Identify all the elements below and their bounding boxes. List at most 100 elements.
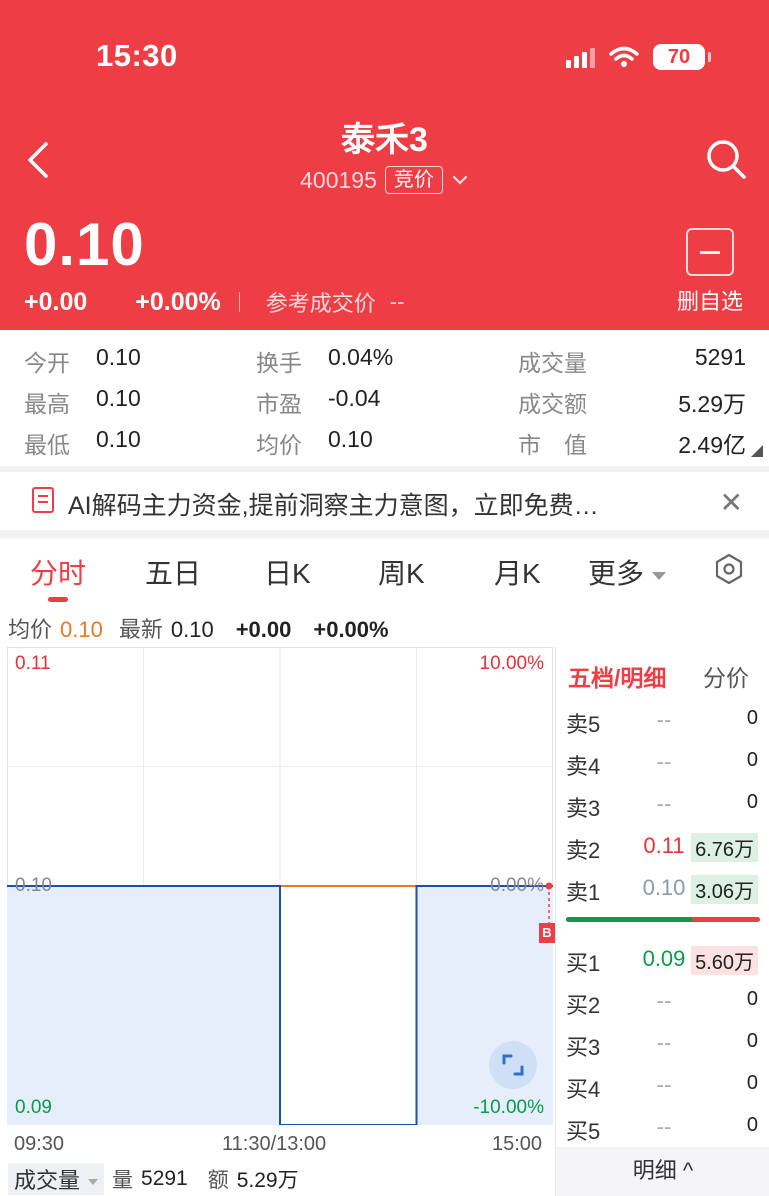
chart-canvas <box>7 647 553 1125</box>
ref-price-value: -- <box>389 289 405 314</box>
sell-level-1: 卖1 0.10 3.06万 <box>556 869 769 909</box>
x-label-start: 09:30 <box>14 1133 65 1155</box>
level-qty: 0 <box>746 707 758 729</box>
remove-watchlist-label: 删自选 <box>676 289 743 314</box>
divider <box>0 530 769 538</box>
buy-sell-ratio-bar <box>566 917 760 922</box>
stat-label: 成交量 <box>518 350 587 376</box>
stock-code-row[interactable]: 400195 竞价 <box>0 166 769 194</box>
stat-value: 0.10 <box>328 426 373 452</box>
stat-turnover: 换手 0.04% <box>256 344 393 378</box>
promo-banner[interactable]: AI解码主力资金,提前洞察主力意图，立即免费… ✕ <box>0 472 769 530</box>
stat-high: 最高 0.10 <box>24 385 141 419</box>
stock-name: 泰禾3 <box>341 121 428 159</box>
tab-more[interactable]: 更多 <box>588 552 667 592</box>
stat-value: 0.04% <box>328 344 394 370</box>
amt-label: 额 <box>207 1169 229 1192</box>
y-label-mid-right: 0.00% <box>490 875 544 896</box>
stat-volume: 成交量 5291 <box>518 344 746 378</box>
level-name: 买4 <box>566 1077 601 1102</box>
minus-icon <box>685 228 734 276</box>
tab-price-breakdown[interactable]: 分价 <box>703 659 749 693</box>
stat-label: 均价 <box>256 432 302 458</box>
intraday-chart[interactable]: 0.11 0.10 0.09 10.00% 0.00% -10.00% B <box>7 647 555 1125</box>
level-qty: 6.76万 <box>691 833 758 862</box>
y-label-top-right: 10.00% <box>479 653 544 674</box>
chart-info-row: 均价 0.10 最新 0.10 +0.00 +0.00% <box>8 612 403 644</box>
info-change-pct: +0.00% <box>313 617 389 642</box>
avg-label: 均价 <box>8 617 53 642</box>
signal-icon <box>566 46 595 68</box>
level-name: 卖5 <box>566 712 601 737</box>
buy-level-3: 买3 -- 0 <box>556 1024 769 1064</box>
level-qty: 0 <box>746 988 758 1010</box>
stat-value: 0.10 <box>96 385 141 411</box>
buy-level-2: 买2 -- 0 <box>556 982 769 1022</box>
stat-label: 最高 <box>24 391 70 417</box>
stat-label: 市 值 <box>518 432 587 458</box>
y-label-mid-left: 0.10 <box>15 875 52 896</box>
tab-daily-k[interactable]: 日K <box>264 552 311 592</box>
level-price: -- <box>656 791 672 816</box>
y-label-bottom-left: 0.09 <box>15 1097 52 1118</box>
level-name: 卖4 <box>566 754 601 779</box>
stock-code: 400195 <box>300 166 377 193</box>
info-change: +0.00 <box>235 617 292 642</box>
level-price: 0.10 <box>642 875 686 900</box>
auction-badge: 竞价 <box>384 166 443 194</box>
level-qty: 0 <box>746 791 758 813</box>
buy-level-5: 买5 -- 0 <box>556 1108 769 1148</box>
status-icons: 70 <box>566 44 711 70</box>
tab-five-day[interactable]: 五日 <box>145 552 201 592</box>
b-flag-icon[interactable]: B <box>539 923 555 943</box>
level-name: 买2 <box>566 993 601 1018</box>
level-price: -- <box>656 1030 672 1055</box>
current-price: 0.10 <box>24 211 145 278</box>
vol-value: 5291 <box>141 1167 188 1190</box>
level-price: -- <box>656 1072 672 1097</box>
level-name: 买1 <box>566 951 601 976</box>
stat-value: 2.49亿 <box>678 432 746 458</box>
ratio-fill <box>566 917 693 922</box>
stat-label: 市盈 <box>256 391 302 417</box>
level-qty: 0 <box>746 1114 758 1136</box>
tab-more-label: 更多 <box>588 558 645 589</box>
settings-icon[interactable] <box>713 553 745 585</box>
battery-icon: 70 <box>653 44 711 70</box>
stat-label: 最低 <box>24 432 70 458</box>
price-change: +0.00 <box>24 287 88 316</box>
fullscreen-glyph <box>502 1054 524 1076</box>
level-price: -- <box>656 707 672 732</box>
stat-avg: 均价 0.10 <box>256 426 373 460</box>
change-row: +0.00 +0.00% 参考成交价 -- <box>24 286 404 318</box>
document-icon <box>32 487 54 513</box>
fullscreen-icon[interactable] <box>489 1041 537 1089</box>
sell-level-4: 卖4 -- 0 <box>556 743 769 783</box>
expand-stats-icon[interactable] <box>751 445 763 457</box>
details-button[interactable]: 明细 ^ <box>556 1147 769 1196</box>
level-qty: 0 <box>746 1030 758 1052</box>
latest-value: 0.10 <box>170 617 214 642</box>
x-label-mid: 11:30/13:00 <box>222 1133 327 1155</box>
dip-area <box>280 886 417 1125</box>
level-name: 卖1 <box>566 880 601 905</box>
tab-monthly-k[interactable]: 月K <box>494 552 541 592</box>
tab-intraday[interactable]: 分时 <box>30 552 86 592</box>
volume-selector[interactable]: 成交量 <box>8 1163 105 1195</box>
stat-label: 成交额 <box>518 391 587 417</box>
amt-value: 5.29万 <box>236 1169 299 1192</box>
chart-tabs: 分时 五日 日K 周K 月K 更多 <box>0 540 769 604</box>
level-name: 买5 <box>566 1119 601 1144</box>
stat-mktcap: 市 值 2.49亿 <box>518 426 746 460</box>
sell-level-2: 卖2 0.11 6.76万 <box>556 827 769 867</box>
level-qty: 0 <box>746 749 758 771</box>
level-price: -- <box>656 988 672 1013</box>
stats-grid: 今开 0.10 最高 0.10 最低 0.10 换手 0.04% 市盈 -0.0… <box>0 340 769 464</box>
stat-label: 换手 <box>256 350 302 376</box>
close-icon[interactable]: ✕ <box>720 486 743 519</box>
end-marker-dot <box>545 882 553 890</box>
remove-watchlist-button[interactable]: 删自选 <box>677 228 743 316</box>
tab-order-book[interactable]: 五档/明细 <box>568 659 666 693</box>
tab-weekly-k[interactable]: 周K <box>378 552 425 592</box>
sell-level-5: 卖5 -- 0 <box>556 701 769 741</box>
